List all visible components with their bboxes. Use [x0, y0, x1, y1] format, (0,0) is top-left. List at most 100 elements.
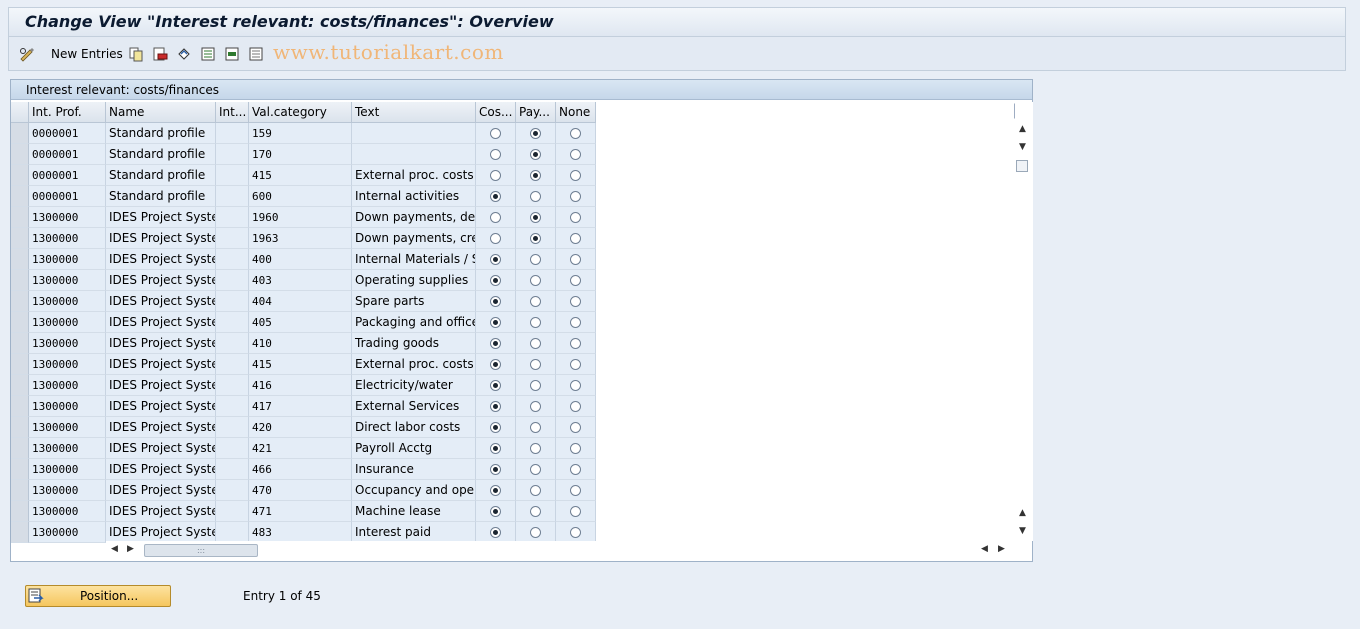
select-all-button[interactable]	[200, 45, 216, 63]
radio-cost[interactable]	[490, 316, 501, 328]
vertical-scrollbar[interactable]: ▲ ▼ ▲ ▼	[1015, 102, 1033, 541]
row-selector[interactable]	[11, 186, 29, 207]
row-selector[interactable]	[11, 291, 29, 312]
column-header-cost[interactable]: Cos...	[476, 102, 516, 123]
radio-pay[interactable]	[530, 274, 541, 286]
row-selector[interactable]	[11, 165, 29, 186]
radio-pay[interactable]	[530, 442, 541, 454]
radio-none[interactable]	[570, 148, 581, 160]
radio-pay[interactable]	[530, 295, 541, 307]
radio-pay[interactable]	[530, 484, 541, 496]
column-header-val-category[interactable]: Val.category	[249, 102, 352, 123]
copy-as-button[interactable]	[128, 45, 144, 63]
radio-none[interactable]	[570, 169, 581, 181]
radio-cost[interactable]	[490, 358, 501, 370]
select-all-rows-cell[interactable]	[11, 102, 29, 123]
horizontal-scrollbar[interactable]: ◀ ▶ ::: ◀ ▶	[106, 541, 1011, 559]
radio-pay[interactable]	[530, 232, 541, 244]
radio-cost[interactable]	[490, 379, 501, 391]
column-header-name[interactable]: Name	[106, 102, 216, 123]
row-selector[interactable]	[11, 144, 29, 165]
radio-cost[interactable]	[490, 463, 501, 475]
radio-cost[interactable]	[490, 484, 501, 496]
row-selector[interactable]	[11, 396, 29, 417]
scroll-far-right-arrow-icon[interactable]: ▶	[998, 544, 1005, 554]
radio-none[interactable]	[570, 253, 581, 265]
radio-pay[interactable]	[530, 526, 541, 538]
deselect-all-button[interactable]	[248, 45, 264, 63]
delete-button[interactable]	[152, 45, 168, 63]
radio-cost[interactable]	[490, 337, 501, 349]
radio-none[interactable]	[570, 232, 581, 244]
row-selector[interactable]	[11, 375, 29, 396]
column-header-int-prof[interactable]: Int. Prof.	[29, 102, 106, 123]
radio-pay[interactable]	[530, 190, 541, 202]
radio-cost[interactable]	[490, 232, 501, 244]
radio-none[interactable]	[570, 358, 581, 370]
radio-pay[interactable]	[530, 505, 541, 517]
row-selector[interactable]	[11, 501, 29, 522]
radio-cost[interactable]	[490, 148, 501, 160]
scroll-up-arrow-icon[interactable]: ▲	[1019, 124, 1026, 134]
radio-pay[interactable]	[530, 421, 541, 433]
radio-pay[interactable]	[530, 148, 541, 160]
row-selector[interactable]	[11, 123, 29, 144]
radio-pay[interactable]	[530, 211, 541, 223]
radio-none[interactable]	[570, 484, 581, 496]
column-header-pay[interactable]: Pay...	[516, 102, 556, 123]
position-button[interactable]: Position...	[25, 585, 171, 607]
radio-none[interactable]	[570, 190, 581, 202]
radio-cost[interactable]	[490, 526, 501, 538]
radio-pay[interactable]	[530, 358, 541, 370]
radio-pay[interactable]	[530, 400, 541, 412]
row-selector[interactable]	[11, 312, 29, 333]
row-selector[interactable]	[11, 417, 29, 438]
scroll-right-arrow-icon[interactable]: ▶	[127, 544, 134, 554]
radio-pay[interactable]	[530, 463, 541, 475]
radio-cost[interactable]	[490, 211, 501, 223]
radio-cost[interactable]	[490, 169, 501, 181]
radio-none[interactable]	[570, 316, 581, 328]
scroll-down-arrow-icon[interactable]: ▼	[1019, 142, 1026, 152]
radio-cost[interactable]	[490, 127, 501, 139]
page-up-arrow-icon[interactable]: ▲	[1019, 508, 1026, 518]
toggle-display-change-button[interactable]	[19, 45, 35, 63]
radio-cost[interactable]	[490, 442, 501, 454]
radio-none[interactable]	[570, 274, 581, 286]
row-selector[interactable]	[11, 228, 29, 249]
scroll-left-arrow-icon[interactable]: ◀	[111, 544, 118, 554]
radio-none[interactable]	[570, 295, 581, 307]
row-selector[interactable]	[11, 333, 29, 354]
radio-cost[interactable]	[490, 400, 501, 412]
scroll-far-left-arrow-icon[interactable]: ◀	[981, 544, 988, 554]
radio-cost[interactable]	[490, 253, 501, 265]
radio-none[interactable]	[570, 400, 581, 412]
column-header-none[interactable]: None	[556, 102, 596, 123]
column-header-int[interactable]: Int...	[216, 102, 249, 123]
row-selector[interactable]	[11, 249, 29, 270]
undo-change-button[interactable]	[176, 45, 192, 63]
radio-pay[interactable]	[530, 127, 541, 139]
row-selector[interactable]	[11, 459, 29, 480]
select-block-button[interactable]	[224, 45, 240, 63]
radio-cost[interactable]	[490, 274, 501, 286]
radio-pay[interactable]	[530, 253, 541, 265]
radio-none[interactable]	[570, 379, 581, 391]
radio-pay[interactable]	[530, 316, 541, 328]
radio-none[interactable]	[570, 337, 581, 349]
row-selector[interactable]	[11, 354, 29, 375]
radio-none[interactable]	[570, 526, 581, 538]
vertical-scroll-thumb[interactable]	[1016, 160, 1028, 172]
radio-none[interactable]	[570, 442, 581, 454]
radio-none[interactable]	[570, 211, 581, 223]
radio-none[interactable]	[570, 505, 581, 517]
radio-pay[interactable]	[530, 379, 541, 391]
radio-pay[interactable]	[530, 337, 541, 349]
radio-none[interactable]	[570, 463, 581, 475]
row-selector[interactable]	[11, 270, 29, 291]
row-selector[interactable]	[11, 480, 29, 501]
radio-none[interactable]	[570, 127, 581, 139]
radio-none[interactable]	[570, 421, 581, 433]
horizontal-scroll-thumb[interactable]: :::	[144, 544, 258, 557]
row-selector[interactable]	[11, 207, 29, 228]
